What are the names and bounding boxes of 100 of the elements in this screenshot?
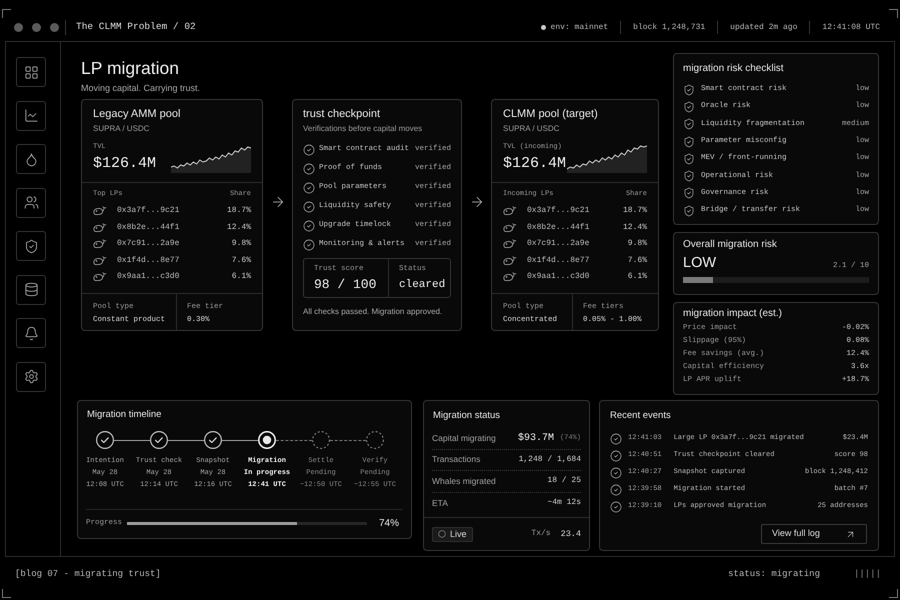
metric-label: Capital migrating [432, 432, 496, 445]
lp-address: 0x9aa1...c3d0 [117, 271, 180, 284]
lp-share: 18.7% [622, 205, 647, 218]
lp-address: 0x3a7f...9c21 [527, 205, 590, 218]
whale-icon [93, 272, 107, 282]
tvl-value: $126.4M [93, 155, 156, 173]
footer-marks: ||||| [854, 568, 881, 582]
shield-check-icon [683, 187, 695, 200]
check-circle-icon [303, 182, 315, 194]
token-pair: SUPRA / USDC [503, 124, 560, 134]
metric-value: 18 / 25 [547, 475, 581, 488]
sidebar-button[interactable] [16, 57, 46, 87]
whale-icon [93, 256, 107, 266]
whale-icon [93, 239, 107, 250]
lp-address: 0x1f4d...8e77 [527, 254, 590, 267]
status-value: cleared [399, 278, 446, 293]
droplet-icon [24, 152, 38, 166]
metric-label: Whales migrated [432, 474, 496, 488]
corner-bracket-icon [889, 9, 898, 18]
sidebar-button[interactable] [16, 100, 46, 130]
score-value: 98 / 100 [314, 277, 378, 293]
shield-check-icon [683, 170, 695, 182]
shield-check-icon [683, 136, 695, 148]
metric-value: 1,248 / 1,684 [518, 454, 581, 466]
lp-share: 9.8% [628, 238, 647, 250]
whale-icon [503, 272, 517, 282]
rate-label: Tx/s [531, 528, 551, 540]
last-updated: updated 2m ago [730, 22, 798, 34]
lp-address: 0x3a7f...9c21 [117, 205, 180, 218]
card-title: migration risk checklist [683, 63, 785, 75]
metric-value: ~4m 12s [547, 497, 581, 510]
whale-icon [93, 206, 107, 216]
rate-value: 23.4 [560, 528, 581, 540]
whale-icon [503, 256, 517, 266]
check-circle-icon [610, 432, 622, 444]
footer-status: status: migrating [728, 568, 820, 582]
lp-address: 0x9aa1...c3d0 [527, 271, 590, 284]
ring-icon [438, 530, 446, 538]
checkpoint-note: All checks passed. Migration approved. [303, 307, 444, 317]
card-title: Overall migration risk [683, 239, 778, 251]
check-circle-icon [303, 162, 315, 174]
lp-address: 0x8b2e...44f1 [527, 222, 590, 234]
whale-icon [503, 206, 517, 216]
card-title: Legacy AMM pool [93, 107, 182, 121]
shield-check-icon [24, 238, 38, 254]
sidebar-button[interactable] [16, 188, 46, 218]
card-title: migration impact (est.) [683, 308, 783, 320]
sidebar-button[interactable] [16, 274, 46, 304]
page-title: LP migration [81, 58, 180, 78]
check-circle-icon [610, 466, 622, 478]
shield-check-icon [683, 100, 695, 113]
whale-icon [503, 222, 517, 233]
shield-check-icon [683, 118, 695, 130]
users-icon [24, 195, 38, 210]
shield-check-icon [683, 152, 695, 165]
sidebar-button[interactable] [16, 362, 46, 392]
corner-bracket-icon [2, 589, 11, 598]
lp-share: 9.8% [232, 238, 251, 250]
progress-percent: 74% [378, 517, 399, 531]
grid-icon [24, 64, 38, 80]
lp-share: 7.6% [628, 254, 647, 267]
window-title: The CLMM Problem / 02 [76, 20, 196, 34]
sidebar-button[interactable] [16, 231, 46, 261]
footer-label: [blog 07 - migrating trust] [15, 568, 161, 582]
lp-share: 6.1% [628, 271, 647, 284]
card-title: CLMM pool (target) [503, 107, 599, 121]
card-title: Recent events [609, 409, 672, 422]
whale-icon [503, 239, 517, 250]
check-circle-icon [303, 220, 315, 232]
tvl-value: $126.4M [503, 155, 566, 173]
card-title: Migration timeline [86, 408, 162, 421]
lp-share: 7.6% [232, 254, 251, 267]
block-height: block 1,248,731 [633, 22, 706, 34]
card-title: trust checkpoint [303, 107, 382, 121]
clock-time: 12:41:08 UTC [822, 22, 880, 34]
card-title: Migration status [432, 409, 502, 422]
lp-address: 0x8b2e...44f1 [117, 222, 180, 234]
sidebar-button[interactable] [16, 144, 46, 174]
lp-address: 0x7c91...2a9e [527, 238, 590, 250]
corner-bracket-icon [889, 589, 898, 598]
sidebar-button[interactable] [16, 318, 46, 348]
check-circle-icon [610, 484, 622, 496]
metric-value: $93.7M [518, 432, 554, 446]
corner-bracket-icon [2, 9, 11, 18]
shield-check-icon [683, 84, 695, 96]
whale-icon [93, 222, 107, 233]
check-circle-icon [303, 144, 315, 156]
metric-label: Transactions [432, 453, 480, 466]
lp-share: 18.7% [226, 205, 251, 218]
live-text: Live [450, 528, 467, 540]
check-circle-icon [303, 238, 315, 250]
database-icon [24, 282, 38, 297]
view-log-button[interactable]: View full log [761, 524, 867, 544]
token-pair: SUPRA / USDC [93, 124, 150, 134]
lp-address: 0x1f4d...8e77 [117, 254, 180, 267]
bell-icon [24, 326, 38, 340]
shield-check-icon [683, 204, 695, 217]
risk-rating: LOW [683, 255, 716, 272]
check-circle-icon [610, 450, 622, 462]
lp-share: 12.4% [226, 222, 251, 234]
